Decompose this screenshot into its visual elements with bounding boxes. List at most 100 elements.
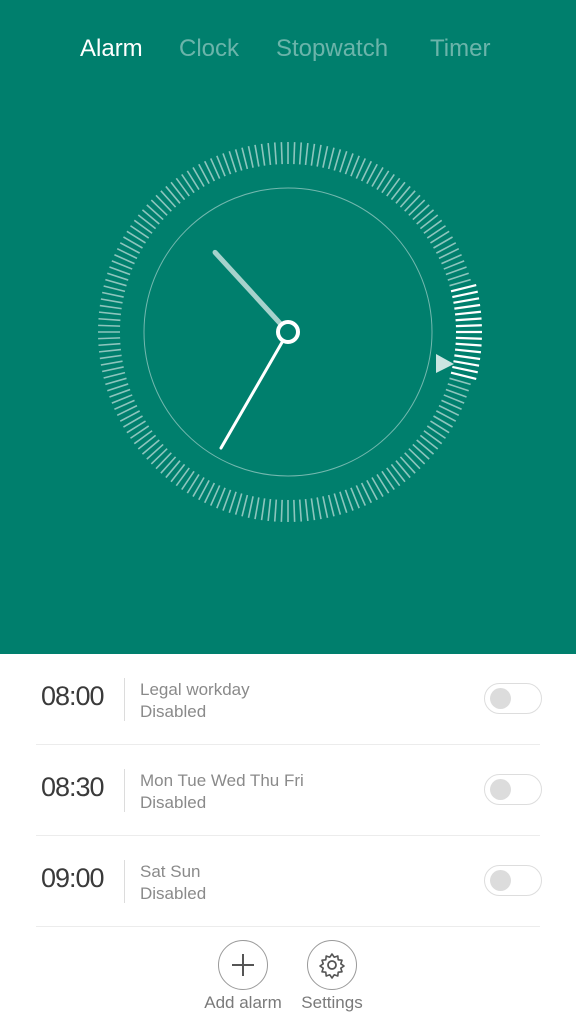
dial-tick [98, 317, 121, 322]
dial-tick [445, 266, 467, 276]
dial-tick [241, 494, 249, 517]
hand-pivot [276, 320, 300, 344]
plus-icon [232, 954, 254, 976]
divider [124, 769, 125, 812]
dial-tick [454, 303, 481, 310]
dial-tick [327, 147, 335, 170]
alarm-time: 08:30 [41, 772, 105, 802]
dial-tick [137, 434, 157, 450]
divider [124, 678, 125, 721]
dial-tick [404, 194, 421, 212]
dial-tick [310, 143, 316, 166]
dial-tick [445, 388, 467, 398]
dial-tick [99, 354, 122, 360]
add-alarm-label[interactable]: Add alarm [193, 993, 293, 1013]
dial-tick [273, 142, 278, 165]
dial-tick [99, 304, 122, 310]
clock-header: Alarm Clock Stopwatch Timer [0, 0, 576, 654]
dial-tick [103, 371, 126, 379]
toggle-knob [490, 688, 511, 709]
dial-tick [133, 430, 153, 445]
dial-tick [107, 383, 129, 392]
dial-tick [228, 491, 237, 513]
dial-tick [170, 463, 186, 483]
dial-tick [450, 371, 477, 381]
dial-tick [390, 181, 406, 201]
dial-tick [260, 498, 266, 521]
add-alarm-button[interactable] [218, 940, 268, 990]
settings-button[interactable] [307, 940, 357, 990]
dial-tick [404, 452, 421, 470]
dial-tick [423, 430, 443, 445]
dial-tick [175, 467, 190, 487]
alarm-toggle[interactable] [484, 774, 542, 805]
gear-icon [319, 953, 345, 979]
dial-tick [260, 143, 266, 166]
dial-tick [98, 337, 121, 340]
dial-tick [344, 489, 354, 511]
dial-tick [452, 365, 478, 374]
dial-tick [419, 214, 439, 230]
dial-tick [395, 460, 411, 479]
dial-tick [160, 190, 177, 208]
tab-alarm[interactable]: Alarm [80, 30, 143, 68]
dial-tick [449, 278, 471, 287]
dial-tick [267, 142, 272, 166]
dial-tick [304, 142, 309, 166]
dial-tick [455, 324, 482, 328]
alarm-toggle[interactable] [484, 683, 542, 714]
add-alarm-action: Add alarm [193, 940, 293, 1013]
dial-tick [107, 272, 129, 281]
dial-tick [416, 439, 435, 455]
alarm-row[interactable]: 08:30 Mon Tue Wed Thu Fri Disabled [36, 745, 542, 836]
toggle-knob [490, 779, 511, 800]
dial-tick [267, 498, 272, 522]
dial-tick [399, 456, 416, 474]
dial-tick [150, 448, 168, 465]
triangle-marker-icon [436, 354, 454, 373]
dial-tick [133, 219, 153, 234]
dial-tick [293, 499, 296, 522]
divider [124, 860, 125, 903]
dial-tick [254, 144, 260, 167]
minute-hand [219, 330, 290, 450]
dial-tick [455, 336, 482, 340]
tab-clock[interactable]: Clock [179, 30, 239, 68]
dial-tick [447, 383, 469, 392]
dial-tick [453, 360, 480, 367]
dial-tick [103, 285, 126, 293]
dial-tick [416, 209, 435, 225]
dial-tick [310, 498, 316, 521]
dial-tick [322, 496, 329, 519]
alarm-row[interactable]: 09:00 Sat Sun Disabled [36, 836, 542, 927]
dial-tick [423, 219, 443, 234]
dial-tick [293, 142, 296, 165]
dial-tick [333, 149, 342, 171]
dial-tick [101, 366, 124, 373]
alarm-toggle[interactable] [484, 865, 542, 896]
dial-tick [141, 209, 160, 225]
dial-tick [254, 497, 260, 520]
analog-clock-dial [98, 142, 482, 522]
dial-tick [280, 499, 283, 522]
dial-tick [141, 439, 160, 455]
dial-tick [455, 317, 482, 322]
dial-tick [241, 147, 249, 170]
dial-tick [247, 145, 254, 168]
dial-tick [316, 144, 322, 167]
settings-label[interactable]: Settings [282, 993, 382, 1013]
dial-tick [100, 298, 123, 304]
dial-tick [175, 177, 190, 197]
dial-tick [105, 377, 127, 386]
dial-tick [273, 499, 278, 522]
dial-tick [98, 311, 122, 316]
tab-timer[interactable]: Timer [430, 30, 490, 68]
tab-stopwatch[interactable]: Stopwatch [276, 30, 388, 68]
dial-tick [298, 499, 303, 522]
dial-tick [419, 434, 439, 450]
dial-tick [450, 283, 477, 293]
dial-tick [390, 463, 406, 483]
alarm-row[interactable]: 08:00 Legal workday Disabled [36, 654, 542, 745]
dial-tick [327, 494, 335, 517]
dial-tick [304, 498, 309, 522]
